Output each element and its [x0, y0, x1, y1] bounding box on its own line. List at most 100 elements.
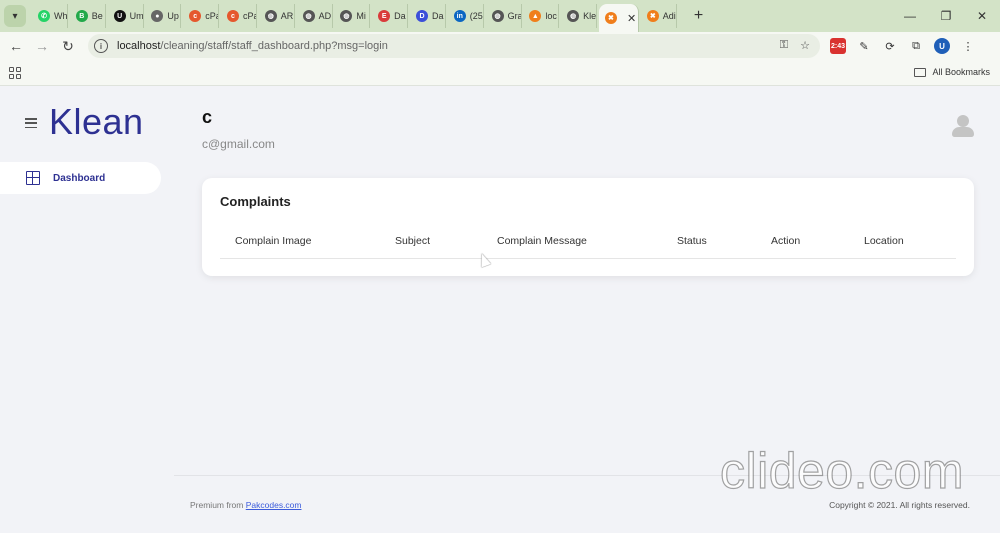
footer-prefix: Premium from	[190, 500, 246, 510]
footer-credit: Premium from Pakcodes.com	[190, 500, 301, 510]
tab-label: loc	[545, 11, 557, 21]
browser-tab[interactable]: ▲ loc	[523, 4, 560, 28]
new-tab-button[interactable]: +	[689, 7, 709, 25]
tab-label: cPa	[205, 11, 220, 21]
tab-favicon-icon: E	[378, 10, 391, 22]
tab-label: AD	[318, 11, 332, 21]
browser-tab[interactable]: E Da	[372, 4, 409, 28]
browser-toolbar: ← → ↻ i localhost/cleaning/staff/staff_d…	[0, 32, 1000, 60]
dashboard-grid-icon	[26, 171, 40, 185]
table-header-divider	[220, 258, 956, 259]
tab-label: (25	[469, 11, 483, 21]
tab-favicon-icon: ◍	[567, 10, 580, 22]
browser-tabstrip: ▾ ✆ Wh B Be U Um ● Up c cPa c cPa ◍ AR ◍ AD ◍ Mi E Da D Da in(…	[0, 0, 1000, 32]
column-header-status: Status	[677, 235, 707, 247]
browser-tab[interactable]: ● Up	[145, 4, 182, 28]
sync-extension-icon[interactable]: ⟳	[882, 38, 898, 54]
tab-label: Da	[431, 11, 444, 21]
tab-favicon-icon: ◍	[491, 10, 504, 22]
browser-tab[interactable]: ✖ ✕	[598, 4, 639, 32]
footer-copyright: Copyright © 2021. All rights reserved.	[829, 500, 970, 510]
column-header-complain-image: Complain Image	[235, 235, 312, 247]
browser-tab[interactable]: ◍ AD	[297, 4, 333, 28]
browser-tab[interactable]: c cPa	[183, 4, 220, 28]
browser-tab[interactable]: ◍ Kle	[561, 4, 598, 28]
user-name: c	[202, 107, 213, 127]
tab-search-button[interactable]: ▾	[4, 5, 26, 27]
password-key-icon[interactable]: ⚿	[780, 39, 788, 52]
tab-label: Kle	[583, 11, 597, 21]
browser-tab[interactable]: ✆ Wh	[32, 4, 68, 28]
column-header-action: Action	[771, 235, 801, 247]
tab-favicon-icon: ◍	[340, 10, 353, 22]
tab-close-icon[interactable]: ✕	[627, 12, 636, 25]
all-bookmarks-label: All Bookmarks	[932, 67, 990, 77]
complaints-card: Complaints Complain Image Subject Compla…	[202, 178, 974, 276]
browser-menu-icon[interactable]: ⋮	[960, 38, 976, 54]
bookmark-star-icon[interactable]: ☆	[800, 39, 810, 52]
tab-label: Gra	[507, 11, 522, 21]
timer-extension-icon[interactable]: 2:43	[830, 38, 846, 54]
close-window-button[interactable]: ✕	[964, 9, 1000, 23]
hamburger-menu-icon[interactable]	[25, 118, 37, 128]
browser-tab[interactable]: c cPa	[221, 4, 257, 28]
tab-label: Up	[167, 11, 179, 21]
browser-tab[interactable]: ✖ Adi	[641, 4, 677, 28]
reload-button[interactable]: ↻	[55, 38, 81, 55]
browser-tab[interactable]: ◍ AR	[259, 4, 295, 28]
tab-label: Adi	[662, 11, 676, 21]
tab-favicon-icon: ✖	[646, 10, 659, 22]
all-bookmarks-button[interactable]: All Bookmarks	[914, 67, 990, 77]
pen-extension-icon[interactable]: ✎	[856, 38, 872, 54]
tab-favicon-icon: ●	[151, 10, 164, 22]
browser-tab[interactable]: B Be	[70, 4, 106, 28]
klean-logo[interactable]: Klean	[49, 101, 144, 143]
tab-favicon-icon: ▲	[529, 10, 542, 22]
browser-tab[interactable]: ◍ Gra	[486, 4, 522, 28]
tab-label: Mi	[356, 11, 366, 21]
user-email: c@gmail.com	[202, 137, 275, 151]
tab-list: ✆ Wh B Be U Um ● Up c cPa c cPa ◍ AR ◍ AD ◍ Mi E Da D Da in (25…	[32, 0, 679, 32]
tab-favicon-icon: c	[226, 10, 239, 22]
profile-avatar[interactable]: U	[934, 38, 950, 54]
extensions-puzzle-icon[interactable]: ⧉	[908, 38, 924, 54]
apps-grid-icon[interactable]	[9, 67, 21, 79]
forward-button[interactable]: →	[29, 38, 55, 54]
tab-label: Da	[394, 11, 406, 21]
dashboard-page: Klean Dashboard c c@gmail.com Complaints…	[0, 87, 1000, 533]
url-text[interactable]: localhost/cleaning/staff/staff_dashboard…	[117, 40, 388, 52]
sidebar-item-label: Dashboard	[53, 172, 106, 184]
pakcodes-link[interactable]: Pakcodes.com	[246, 500, 302, 510]
column-header-subject: Subject	[395, 235, 431, 247]
complaints-title: Complaints	[220, 194, 291, 209]
browser-tab[interactable]: ◍ Mi	[334, 4, 371, 28]
tab-favicon-icon: B	[75, 10, 88, 22]
window-controls: — ❐ ✕	[892, 0, 1000, 32]
column-header-complain-message: Complain Message	[497, 235, 587, 247]
tab-favicon-icon: ◍	[302, 10, 315, 22]
address-bar[interactable]: i localhost/cleaning/staff/staff_dashboa…	[88, 34, 820, 58]
extensions-area: 2:43 ✎ ⟳ ⧉ U ⋮	[830, 38, 976, 54]
browser-tab[interactable]: D Da	[410, 4, 446, 28]
user-profile-icon[interactable]	[952, 115, 974, 139]
tab-label: cPa	[242, 11, 257, 21]
tab-favicon-icon: ✆	[38, 10, 50, 22]
tab-label: Be	[91, 11, 103, 21]
tab-label: Wh	[54, 11, 68, 21]
sidebar-item-dashboard[interactable]: Dashboard	[0, 162, 161, 194]
browser-tab[interactable]: U Um	[108, 4, 144, 28]
tab-label: AR	[280, 11, 294, 21]
site-info-icon[interactable]: i	[94, 39, 108, 53]
tab-favicon-icon: ✖	[604, 12, 617, 24]
tab-favicon-icon: c	[189, 10, 202, 22]
browser-tab[interactable]: in (25	[448, 4, 484, 28]
tab-favicon-icon: U	[113, 10, 126, 22]
back-button[interactable]: ←	[3, 38, 29, 54]
bookmarks-bar: All Bookmarks	[0, 60, 1000, 86]
restore-button[interactable]: ❐	[928, 9, 964, 23]
tab-favicon-icon: ◍	[264, 10, 277, 22]
minimize-button[interactable]: —	[892, 9, 928, 23]
omnibox-actions: ⚿ ☆	[780, 39, 810, 52]
folder-icon	[914, 67, 927, 77]
tab-favicon-icon: in	[453, 10, 466, 22]
